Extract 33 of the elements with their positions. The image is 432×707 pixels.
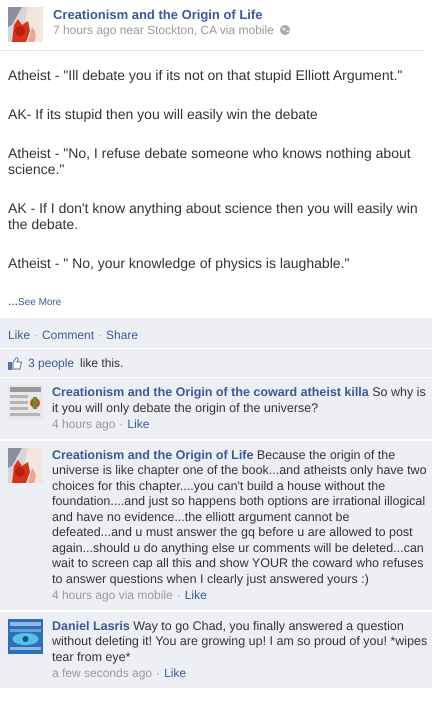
separator-dot: · [34, 328, 38, 342]
comment-text: Daniel Lasris Way to go Chad, you finally answered a question without deleting it! You are growing up! I am so proud of you! *wipes tear from eye* [52, 618, 428, 665]
comment-text: Creationism and the Origin of Life Because the origin of the universe is like chapter one of the book...and atheists only have two choices for this chapter....you can't build a house without the foundation....and just so happens both options are irrational illogical and have no evidence...the elliott argument cannot be defeated...and u must answer the gq before u are allowed to post again...should u do anything else ur comments will be deleted...can wait to screen cap all this and show YOUR the coward who refuses to answer questions when I clearly just answered yours :) [52, 448, 428, 587]
like-link[interactable]: Like [184, 588, 207, 604]
action-link[interactable]: Comment [42, 328, 94, 342]
comment-time: 4 hours ago [52, 417, 116, 432]
like-link[interactable]: Like [164, 666, 186, 682]
commenter-name[interactable]: Creationism and the Origin of Life [52, 448, 254, 462]
action-link[interactable]: Share [106, 328, 138, 342]
like-link[interactable]: Like [127, 417, 150, 432]
action-link[interactable]: Like [8, 328, 30, 342]
comment-time: 4 hours ago via mobile [52, 588, 173, 604]
ellipsis: ... [8, 294, 18, 308]
likers-link[interactable]: 3 people [28, 356, 74, 370]
post-text: Atheist - "No, I refuse debate someone who knows nothing about science." [8, 145, 412, 177]
post-text: AK - If I don't know anything about science then you will easily win the debate. [8, 200, 419, 232]
globe-icon [280, 25, 290, 35]
thumbs-up-icon [8, 356, 22, 370]
post-text: Atheist - "Ill debate you if its not on that stupid Elliott Argument." [8, 67, 404, 83]
likes-text: like this. [80, 356, 124, 370]
post-meta: 7 hours ago near Stockton, CA via mobile [53, 23, 274, 37]
separator-dot: · [156, 666, 160, 682]
separator-dot: · [98, 328, 102, 342]
see-more-link[interactable]: See More [18, 297, 62, 308]
post-text: Atheist - " No, your knowledge of physics is laughable." [8, 255, 350, 271]
commenter-name[interactable]: Creationism and the Origin of the coward atheist killa [52, 385, 369, 399]
page-name[interactable]: Creationism and the Origin of Life [53, 7, 290, 22]
separator-dot: · [119, 417, 124, 432]
comment-time: a few seconds ago [52, 666, 152, 682]
commenter-name[interactable]: Daniel Lasris [52, 618, 130, 632]
post-text: AK- If its stupid then you will easily win the debate [8, 106, 319, 122]
comment-text: Creationism and the Origin of the coward atheist killa So why is it you will only debate the origin of the universe? [52, 385, 427, 416]
separator-dot: · [176, 588, 181, 604]
